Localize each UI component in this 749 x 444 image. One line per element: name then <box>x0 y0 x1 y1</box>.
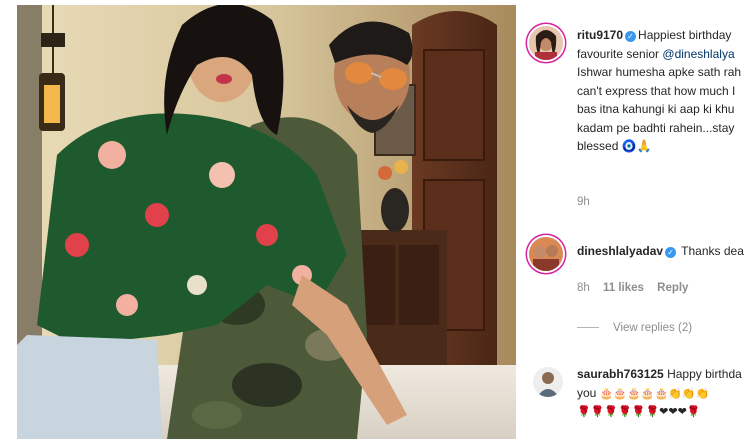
comment-line: kadam pe badhti rahein...stay <box>577 120 735 135</box>
post-photo[interactable] <box>17 5 516 439</box>
comment-body: you <box>577 385 597 400</box>
mention-link[interactable]: @dineshlalya <box>662 47 734 61</box>
avatar[interactable] <box>529 237 563 271</box>
comment-text: saurabh763125 Happy birthda you 🎂🎂🎂🎂🎂👏👏👏… <box>577 365 749 422</box>
comment-line: bas itna kahungi ki aap ki khu <box>577 102 735 116</box>
emoji-text: 🧿🙏 <box>621 139 652 153</box>
view-replies-dash <box>577 327 599 329</box>
comment-line: blessed <box>577 139 619 153</box>
comment-line: can't express that how much I <box>577 83 736 98</box>
emoji-text: 🌹🌹🌹🌹🌹🌹❤❤❤🌹 <box>577 406 701 418</box>
avatar[interactable] <box>529 26 563 60</box>
comment-meta: 9h <box>577 196 600 208</box>
comment-time[interactable]: 8h <box>577 282 590 294</box>
comment-likes[interactable]: 11 likes <box>603 282 644 294</box>
comment-username[interactable]: ritu9170 <box>577 28 623 42</box>
comment-text: ritu9170 ✓ Happiest birthday favourite sen… <box>577 26 749 156</box>
avatar[interactable] <box>533 367 563 397</box>
instagram-post-view: ritu9170 ✓ Happiest birthday favourite sen… <box>0 0 749 444</box>
comment-body: Thanks dea <box>681 244 744 258</box>
comment-username[interactable]: dineshlalyadav <box>577 244 663 258</box>
comment-meta: 8h 11 likes Reply <box>577 282 698 294</box>
comment-time[interactable]: 9h <box>577 196 590 208</box>
comment-line: favourite senior <box>577 46 660 61</box>
comments-panel[interactable]: ritu9170 ✓ Happiest birthday favourite sen… <box>516 0 749 444</box>
comment-body: Happy birthda <box>667 367 742 381</box>
view-replies-label: View replies (2) <box>613 322 693 334</box>
comment-username[interactable]: saurabh763125 <box>577 367 664 381</box>
verified-check-icon: ✓ <box>665 247 677 258</box>
verified-check-icon: ✓ <box>625 31 637 42</box>
view-replies-button[interactable]: View replies (2) <box>577 322 692 334</box>
post-photo-illustration <box>17 5 516 439</box>
comment-line: Happiest birthday <box>638 28 732 42</box>
comment-text: dineshlalyadav ✓ Thanks dea <box>577 242 749 261</box>
emoji-text: 🎂🎂🎂🎂🎂👏👏👏 <box>599 387 710 400</box>
reply-button[interactable]: Reply <box>657 282 688 294</box>
comment-line: Ishwar humesha apke sath rah <box>577 65 742 79</box>
